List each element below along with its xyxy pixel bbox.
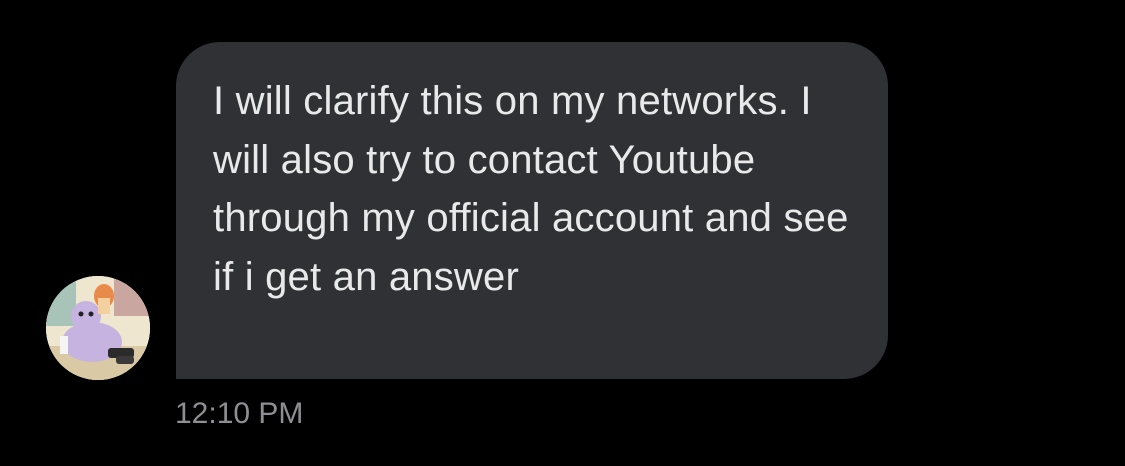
- message-text: I will clarify this on my networks. I wi…: [213, 79, 849, 299]
- message-timestamp: 12:10 PM: [175, 397, 304, 430]
- cartoon-character-avatar-icon: [46, 276, 150, 380]
- message-row: I will clarify this on my networks. I wi…: [0, 0, 1125, 466]
- sender-avatar[interactable]: [46, 276, 150, 380]
- message-bubble[interactable]: I will clarify this on my networks. I wi…: [176, 42, 888, 379]
